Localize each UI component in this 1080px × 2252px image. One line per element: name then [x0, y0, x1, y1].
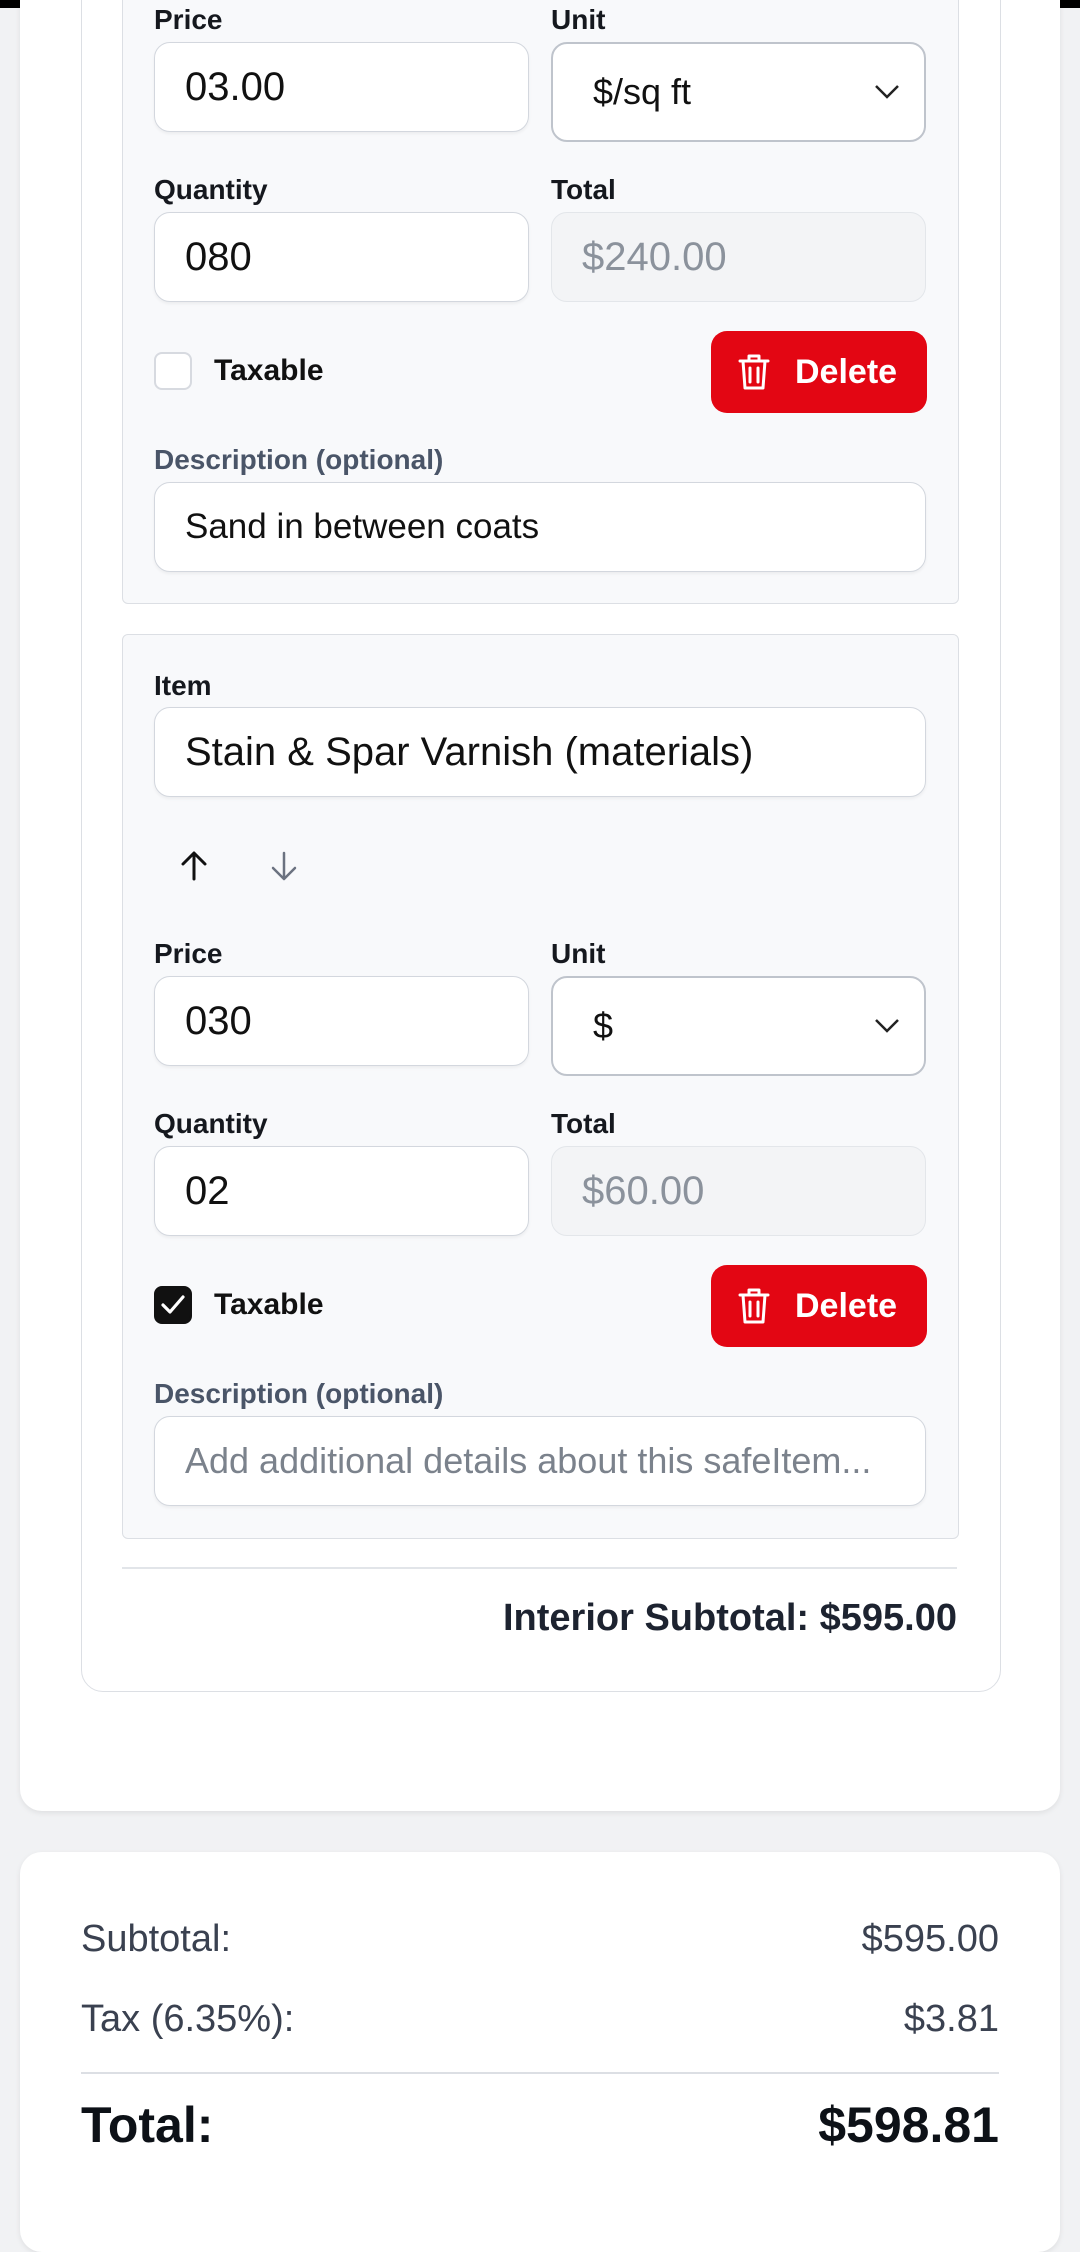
total-field: $60.00 [551, 1146, 926, 1236]
quantity-label: Quantity [154, 174, 268, 205]
unit-select[interactable]: $/sq ft [551, 42, 926, 142]
totals-card [20, 1852, 1060, 2252]
taxable-checkbox[interactable] [154, 1286, 192, 1324]
checkmark-icon [161, 1295, 185, 1314]
grand-total-row: Total: $598.81 [81, 2096, 999, 2154]
item-name-input[interactable]: Stain & Spar Varnish (materials) [154, 707, 926, 797]
chevron-down-icon [875, 1019, 899, 1033]
quantity-input[interactable]: 02 [154, 1146, 529, 1236]
unit-select[interactable]: $ [551, 976, 926, 1076]
delete-button[interactable]: Delete [711, 331, 927, 413]
description-input[interactable]: Add additional details about this safeIt… [154, 1416, 926, 1506]
tax-row: Tax (6.35%): $3.81 [81, 1998, 999, 2041]
tax-label: Tax (6.35%): [81, 1998, 295, 2040]
quantity-input[interactable]: 080 [154, 212, 529, 302]
subtotal-row: Subtotal: $595.00 [81, 1918, 999, 1961]
taxable-label: Taxable [214, 354, 324, 387]
grand-total-value: $598.81 [818, 2097, 999, 2153]
chevron-down-icon [875, 85, 899, 99]
section-divider [122, 1567, 957, 1569]
arrow-up-icon [181, 851, 207, 881]
price-label: Price [154, 4, 223, 35]
move-up-button[interactable] [174, 846, 214, 886]
trash-icon [738, 354, 770, 390]
delete-button-label: Delete [795, 352, 898, 391]
delete-button[interactable]: Delete [711, 1265, 927, 1347]
trash-icon [738, 1288, 770, 1324]
quantity-label: Quantity [154, 1108, 268, 1139]
move-down-button[interactable] [264, 846, 304, 886]
item-label: Item [154, 670, 212, 701]
taxable-checkbox[interactable] [154, 352, 192, 390]
unit-label: Unit [551, 938, 606, 969]
delete-button-label: Delete [795, 1286, 898, 1325]
unit-label: Unit [551, 4, 606, 35]
description-label: Description (optional) [154, 1378, 444, 1409]
description-label: Description (optional) [154, 444, 444, 475]
grand-total-label: Total: [81, 2097, 214, 2153]
taxable-label: Taxable [214, 1288, 324, 1321]
description-input[interactable]: Sand in between coats [154, 482, 926, 572]
unit-select-value: $ [593, 1005, 614, 1046]
price-input[interactable]: 030 [154, 976, 529, 1066]
section-subtotal: Interior Subtotal: $595.00 [502, 1597, 957, 1639]
tax-value: $3.81 [903, 1998, 999, 2040]
total-field: $240.00 [551, 212, 926, 302]
unit-select-value: $/sq ft [593, 71, 692, 112]
totals-divider [81, 2072, 999, 2074]
total-label: Total [551, 174, 616, 205]
subtotal-value: $595.00 [861, 1918, 999, 1960]
price-input[interactable]: 03.00 [154, 42, 529, 132]
price-label: Price [154, 938, 223, 969]
subtotal-label: Subtotal: [81, 1918, 231, 1960]
total-label: Total [551, 1108, 616, 1139]
arrow-down-icon [271, 851, 297, 881]
